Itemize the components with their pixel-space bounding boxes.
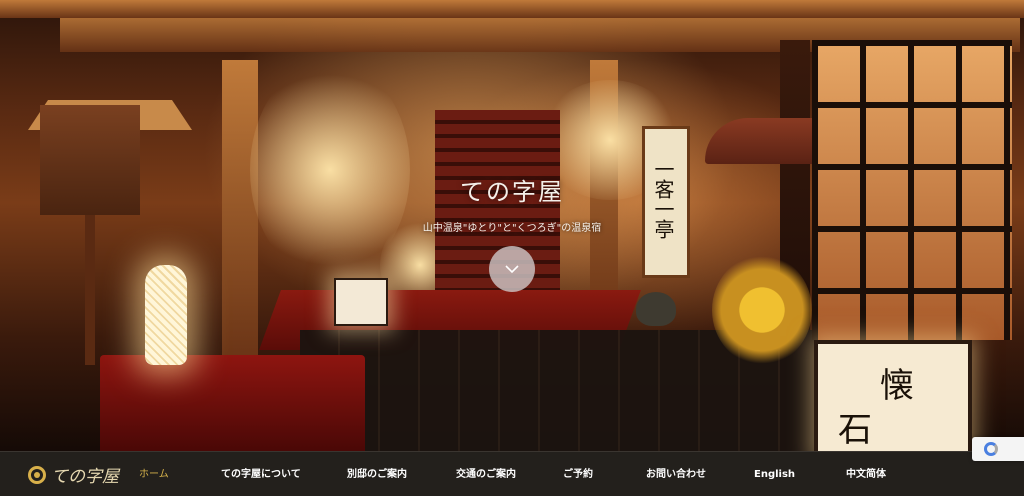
recaptcha-badge[interactable] <box>972 437 1024 461</box>
nav-contact[interactable]: お問い合わせ <box>646 465 706 485</box>
kaiseki-sign: 懐 石 <box>814 340 972 459</box>
hero-subtitle: 山中温泉"ゆとり"と"くつろぎ"の温泉宿 <box>422 223 602 234</box>
nav-booking[interactable]: ご予約 <box>563 465 593 485</box>
kaiseki-sign-char-1: 懐 <box>880 366 914 406</box>
nav-annex[interactable]: 別邸のご案内 <box>347 465 407 485</box>
kaiseki-sign-char-2: 石 <box>838 410 872 450</box>
nav-about[interactable]: ての字屋について <box>221 465 301 485</box>
nav-english[interactable]: English <box>754 465 795 485</box>
site-logo[interactable]: ての字屋 <box>28 462 119 487</box>
red-table <box>100 355 365 451</box>
page: 一客一亭 懐 石 ての字屋 山中温泉"ゆとり"と"くつろぎ"の温泉宿 ての字屋 … <box>0 0 1024 496</box>
hero-title: ての字屋 <box>460 178 564 206</box>
scroll-down-button[interactable] <box>489 246 535 292</box>
nav-chinese[interactable]: 中文简体 <box>846 465 886 485</box>
pillar-left <box>222 60 258 360</box>
paper-lantern <box>145 265 187 365</box>
nav-access[interactable]: 交通のご案内 <box>456 465 516 485</box>
roof-beam <box>0 0 1024 18</box>
nav-home[interactable]: ホーム <box>139 465 169 485</box>
chrysanthemum-flowers <box>712 255 812 365</box>
main-navigation: ての字屋 ホーム ての字屋について 別邸のご案内 交通のご案内 ご予約 お問い合… <box>0 451 1024 496</box>
recaptcha-icon <box>984 442 998 456</box>
logo-text: ての字屋 <box>51 467 119 487</box>
circle-logo-icon <box>28 465 46 484</box>
vase <box>636 292 676 326</box>
andon-lantern <box>334 278 388 326</box>
chevron-down-icon <box>505 265 519 274</box>
notice-board-post <box>85 215 95 365</box>
